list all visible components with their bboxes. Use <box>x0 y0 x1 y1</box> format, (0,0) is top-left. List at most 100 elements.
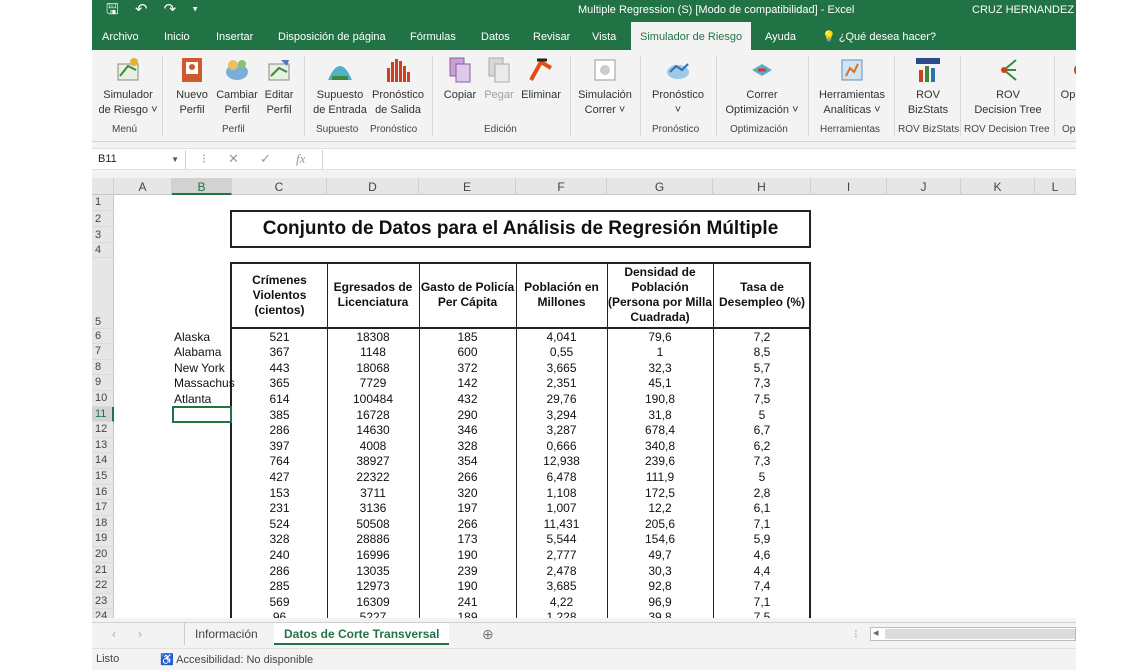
column-header-c[interactable]: C <box>232 178 327 195</box>
pronostico-de-salida-button[interactable]: Pronóstico de Salida <box>368 56 428 118</box>
sheet-title[interactable]: Conjunto de Datos para el Análisis de Re… <box>230 210 811 248</box>
column-header-e[interactable]: E <box>419 178 516 195</box>
data-cell[interactable]: 5 <box>713 408 811 422</box>
correr-optimizacion-button[interactable]: Correr Optimización ˅ <box>720 56 804 118</box>
sheet-tab-datos-corte[interactable]: Datos de Corte Transversal <box>274 623 450 645</box>
data-cell[interactable]: 185 <box>419 330 516 344</box>
data-cell[interactable]: 12,938 <box>516 454 607 468</box>
data-cell[interactable]: 397 <box>232 439 327 453</box>
row-header-19[interactable]: 19 <box>92 531 114 547</box>
data-cell[interactable]: 190 <box>419 548 516 562</box>
column-header-b[interactable]: B <box>172 178 232 195</box>
data-cell[interactable]: 100484 <box>327 392 419 406</box>
data-cell[interactable]: 3,685 <box>516 579 607 593</box>
name-box[interactable]: B11 ▼ <box>94 150 186 169</box>
editar-perfil-button[interactable]: Editar Perfil <box>260 56 298 118</box>
quick-access-toolbar[interactable]: 🖫 ↶ ↷ ▾ <box>106 2 204 18</box>
header-densidad[interactable]: Densidad de Población (Persona por Milla… <box>607 264 713 326</box>
data-cell[interactable]: 365 <box>232 376 327 390</box>
header-egresados[interactable]: Egresados de Licenciatura <box>327 264 419 326</box>
city-cell[interactable]: Alabama <box>174 345 235 359</box>
data-cell[interactable]: 2,478 <box>516 564 607 578</box>
tab-insertar[interactable]: Insertar <box>216 22 253 50</box>
cancel-icon[interactable]: ✕ <box>228 151 239 167</box>
formula-input[interactable] <box>322 150 1072 169</box>
tab-ayuda[interactable]: Ayuda <box>765 22 796 50</box>
data-cell[interactable]: 1,228 <box>516 610 607 618</box>
tab-revisar[interactable]: Revisar <box>533 22 570 50</box>
tab-inicio[interactable]: Inicio <box>164 22 190 50</box>
row-header-22[interactable]: 22 <box>92 578 114 594</box>
tab-simulador-de-riesgo[interactable]: Simulador de Riesgo <box>631 22 752 50</box>
data-cell[interactable]: 4,041 <box>516 330 607 344</box>
data-cell[interactable]: 4008 <box>327 439 419 453</box>
cambiar-perfil-button[interactable]: Cambiar Perfil <box>214 56 260 118</box>
data-cell[interactable]: 4,4 <box>713 564 811 578</box>
correr-simulacion-button[interactable]: Simulación Correr ˅ <box>574 56 636 118</box>
data-cell[interactable]: 18308 <box>327 330 419 344</box>
row-header-12[interactable]: 12 <box>92 422 114 438</box>
data-cell[interactable]: 190,8 <box>607 392 713 406</box>
column-header-j[interactable]: J <box>887 178 961 195</box>
tab-disposicion[interactable]: Disposición de página <box>278 22 386 50</box>
copiar-button[interactable]: Copiar <box>440 56 480 103</box>
data-cell[interactable]: 7,5 <box>713 610 811 618</box>
sheet-tab-informacion[interactable]: Información <box>184 623 268 645</box>
column-header-d[interactable]: D <box>327 178 419 195</box>
row-header-3[interactable]: 3 <box>92 226 114 243</box>
simulador-de-riesgo-button[interactable]: Simulador de Riesgo ˅ <box>96 56 160 118</box>
data-cell[interactable]: 328 <box>419 439 516 453</box>
data-cell[interactable]: 49,7 <box>607 548 713 562</box>
column-header-g[interactable]: G <box>607 178 713 195</box>
eliminar-button[interactable]: Eliminar <box>518 56 564 103</box>
data-cell[interactable]: 6,2 <box>713 439 811 453</box>
column-header-k[interactable]: K <box>961 178 1035 195</box>
add-sheet-icon[interactable]: ⊕ <box>472 623 504 645</box>
data-cell[interactable]: 154,6 <box>607 532 713 546</box>
data-cell[interactable]: 142 <box>419 376 516 390</box>
data-cell[interactable]: 231 <box>232 501 327 515</box>
data-cell[interactable]: 328 <box>232 532 327 546</box>
column-header-i[interactable]: I <box>811 178 887 195</box>
data-cell[interactable]: 3,665 <box>516 361 607 375</box>
data-cell[interactable]: 3711 <box>327 486 419 500</box>
supuesto-de-entrada-button[interactable]: Supuesto de Entrada <box>312 56 368 118</box>
data-cell[interactable]: 96,9 <box>607 595 713 609</box>
data-cell[interactable]: 600 <box>419 345 516 359</box>
scrollbar-thumb[interactable] <box>885 629 1075 639</box>
data-cell[interactable]: 7729 <box>327 376 419 390</box>
data-cell[interactable]: 614 <box>232 392 327 406</box>
data-cell[interactable]: 4,6 <box>713 548 811 562</box>
data-cell[interactable]: 320 <box>419 486 516 500</box>
data-cell[interactable]: 7,2 <box>713 330 811 344</box>
data-cell[interactable]: 153 <box>232 486 327 500</box>
city-cell[interactable]: New York <box>174 361 235 375</box>
data-cell[interactable]: 30,3 <box>607 564 713 578</box>
data-cell[interactable]: 569 <box>232 595 327 609</box>
data-cell[interactable]: 38927 <box>327 454 419 468</box>
data-cell[interactable]: 50508 <box>327 517 419 531</box>
row-header-15[interactable]: 15 <box>92 469 114 485</box>
data-cell[interactable]: 7,1 <box>713 595 811 609</box>
tab-datos[interactable]: Datos <box>481 22 510 50</box>
data-cell[interactable]: 524 <box>232 517 327 531</box>
row-header-2[interactable]: 2 <box>92 210 114 227</box>
data-cell[interactable]: 3,287 <box>516 423 607 437</box>
data-cell[interactable]: 3,294 <box>516 408 607 422</box>
row-header-8[interactable]: 8 <box>92 359 114 376</box>
data-cell[interactable]: 2,777 <box>516 548 607 562</box>
data-cell[interactable]: 5,7 <box>713 361 811 375</box>
tell-me-search[interactable]: 💡 ¿Qué desea hacer? <box>822 22 936 50</box>
data-cell[interactable]: 8,5 <box>713 345 811 359</box>
column-header-a[interactable]: A <box>114 178 172 195</box>
rov-bizstats-button[interactable]: ROV BizStats <box>898 56 958 118</box>
header-gasto-policia[interactable]: Gasto de Policía Per Cápita <box>419 264 516 326</box>
insert-function-icon[interactable]: fx <box>296 151 305 167</box>
nuevo-perfil-button[interactable]: Nuevo Perfil <box>168 56 216 118</box>
data-cell[interactable]: 92,8 <box>607 579 713 593</box>
column-header-f[interactable]: F <box>516 178 607 195</box>
pegar-button[interactable]: Pegar <box>482 56 516 103</box>
data-cell[interactable]: 13035 <box>327 564 419 578</box>
data-cell[interactable]: 96 <box>232 610 327 618</box>
pronostico-button[interactable]: Pronóstico ˅ <box>646 56 710 118</box>
